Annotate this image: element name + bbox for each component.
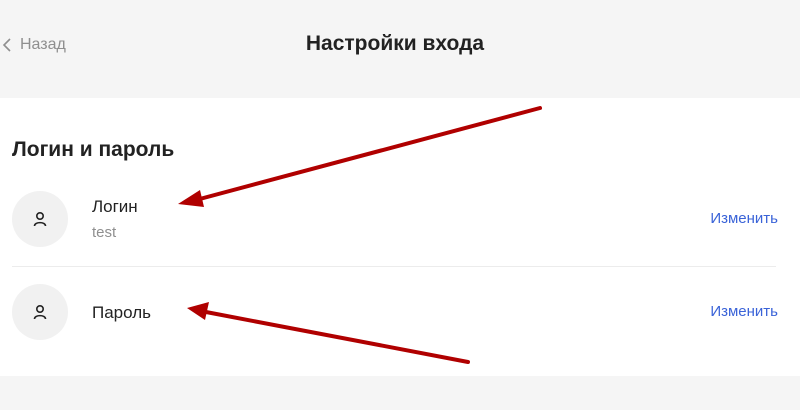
avatar — [12, 284, 68, 340]
header: Назад Настройки входа — [0, 0, 800, 96]
login-label: Логин — [92, 197, 138, 216]
login-row: Логин test Изменить — [12, 191, 778, 249]
change-password-link[interactable]: Изменить — [710, 303, 778, 320]
login-value: test — [92, 224, 117, 241]
user-icon — [33, 304, 47, 320]
page-title: Настройки входа — [305, 32, 485, 55]
password-row: Пароль Изменить — [12, 284, 778, 342]
login-settings-card: Логин и пароль Логин test Изменить Парол… — [0, 98, 800, 376]
change-login-link[interactable]: Изменить — [710, 210, 778, 227]
section-title: Логин и пароль — [12, 138, 175, 161]
password-label: Пароль — [92, 303, 151, 322]
divider — [12, 266, 776, 267]
user-icon — [33, 211, 47, 227]
avatar — [12, 191, 68, 247]
